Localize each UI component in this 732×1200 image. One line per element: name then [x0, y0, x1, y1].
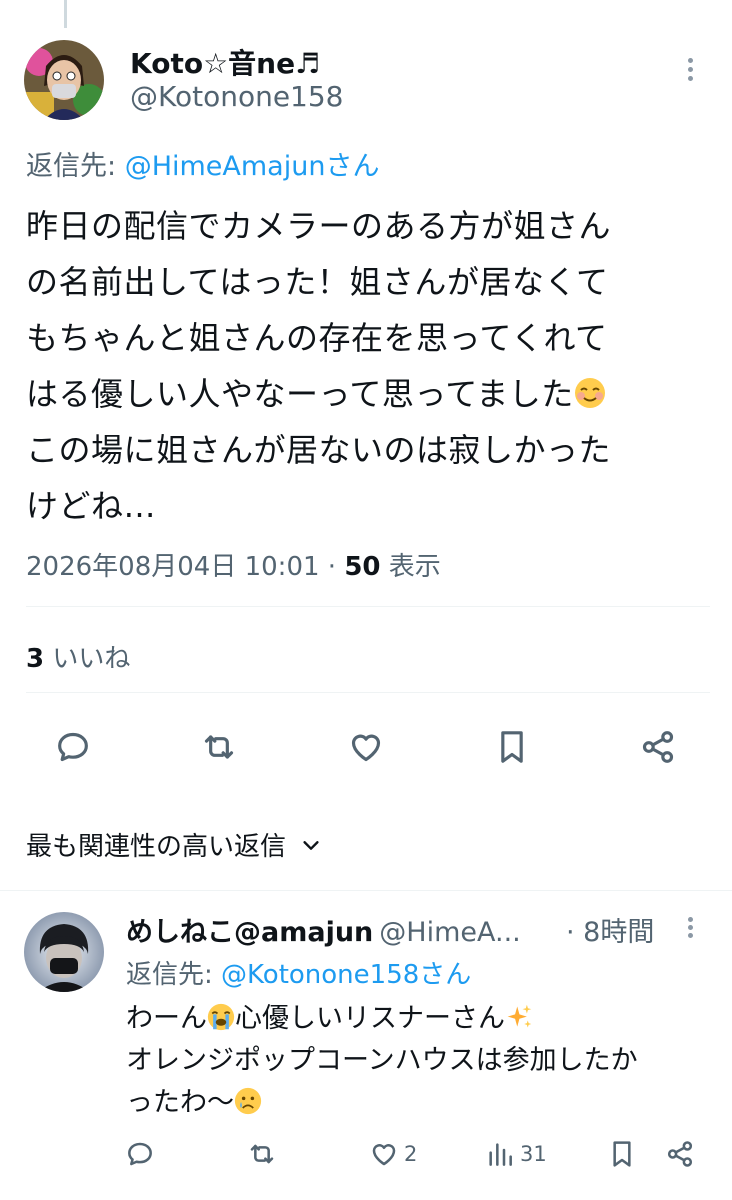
reply-text-line: ったわ〜 [126, 1082, 716, 1124]
reply-header: めしねこ@amajun @HimeA... [126, 910, 521, 949]
tweet-meta: 2026年08月04日 10:01 · 50 表示 [26, 552, 441, 582]
divider [0, 890, 732, 891]
reply-to-line: 返信先: @Kotonone158さん [126, 954, 471, 991]
divider [26, 692, 710, 693]
reply-to-line: 返信先: @HimeAmajunさん [26, 144, 379, 183]
reply-share-icon[interactable] [664, 1134, 696, 1174]
crying-face-emoji-icon [234, 1087, 262, 1115]
reply-views-count: 31 [520, 1142, 547, 1166]
sparkles-emoji-icon [507, 1004, 532, 1028]
tweet-text-line: 昨日の配信でカメラーのある方が姐さん [26, 207, 612, 245]
reply-like-count: 2 [404, 1142, 418, 1166]
tweet-text-line: はる優しい人やなーって思ってました [26, 366, 716, 422]
smiling-face-emoji-icon [574, 378, 605, 408]
reply-text: わーん 心優しいリスナーさん オレンジポップコーンハウスは参加したか ったわ〜 [126, 998, 716, 1124]
reply-author-avatar[interactable] [24, 912, 104, 992]
tweet-text-line: もちゃんと姐さんの存在を思ってくれて [26, 319, 608, 357]
views-count: 50 [344, 552, 381, 582]
share-icon[interactable] [633, 722, 683, 772]
divider [26, 606, 710, 607]
tweet-text-line: けどね… [26, 487, 157, 525]
author-name[interactable]: Koto☆音ne♬ [130, 42, 320, 82]
likes-summary[interactable]: 3 いいね [26, 638, 130, 675]
loudly-crying-face-emoji-icon [207, 1003, 235, 1031]
reply-author-handle[interactable]: @HimeA... [379, 917, 520, 948]
tweet-text: 昨日の配信でカメラーのある方が姐さん の名前出してはった！姐さんが居なくて もち… [26, 198, 716, 534]
tweet-text-line: の名前出してはった！姐さんが居なくて [26, 263, 609, 301]
retweet-icon[interactable] [194, 722, 244, 772]
reply-to-label: 返信先: [126, 960, 222, 990]
reply-comment-icon[interactable] [124, 1134, 156, 1174]
reply-bookmark-icon[interactable] [606, 1134, 638, 1174]
thread-connector-line [64, 0, 67, 28]
reply-text-line: オレンジポップコーンハウスは参加したか [126, 1045, 638, 1076]
reply-more-options-icon[interactable] [678, 914, 702, 948]
reply-mention-link[interactable]: @HimeAmajunさん [125, 151, 380, 182]
reply-sort-label: 最も関連性の高い返信 [26, 832, 287, 862]
chevron-down-icon [303, 840, 319, 850]
like-icon [372, 1144, 396, 1166]
reply-like-button[interactable]: 2 [368, 1134, 417, 1174]
analytics-icon [489, 1143, 512, 1166]
reply-icon[interactable] [48, 722, 98, 772]
reply-time[interactable]: · 8時間 [566, 910, 654, 949]
reply-text-line: わーん 心優しいリスナーさん [126, 998, 716, 1040]
more-options-icon[interactable] [676, 54, 704, 90]
reply-author-name[interactable]: めしねこ@amajun [126, 917, 373, 948]
tweet-text-line: この場に姐さんが居ないのは寂しかった [26, 431, 612, 469]
views-label: 表示 [380, 552, 441, 582]
likes-count: 3 [26, 644, 45, 674]
reply-to-label: 返信先: [26, 151, 125, 182]
reply-mention-link[interactable]: @Kotonone158さん [221, 960, 471, 990]
reply-retweet-icon[interactable] [246, 1134, 278, 1174]
reply-views-button[interactable]: 31 [484, 1134, 547, 1174]
likes-label: いいね [44, 644, 131, 674]
bookmark-icon[interactable] [487, 722, 537, 772]
like-icon[interactable] [341, 722, 391, 772]
author-avatar[interactable] [24, 40, 104, 120]
author-handle[interactable]: @Kotonone158 [130, 80, 344, 113]
tweet-timestamp[interactable]: 2026年08月04日 10:01 [26, 552, 320, 582]
reply-sort-dropdown[interactable]: 最も関連性の高い返信 [26, 826, 322, 863]
